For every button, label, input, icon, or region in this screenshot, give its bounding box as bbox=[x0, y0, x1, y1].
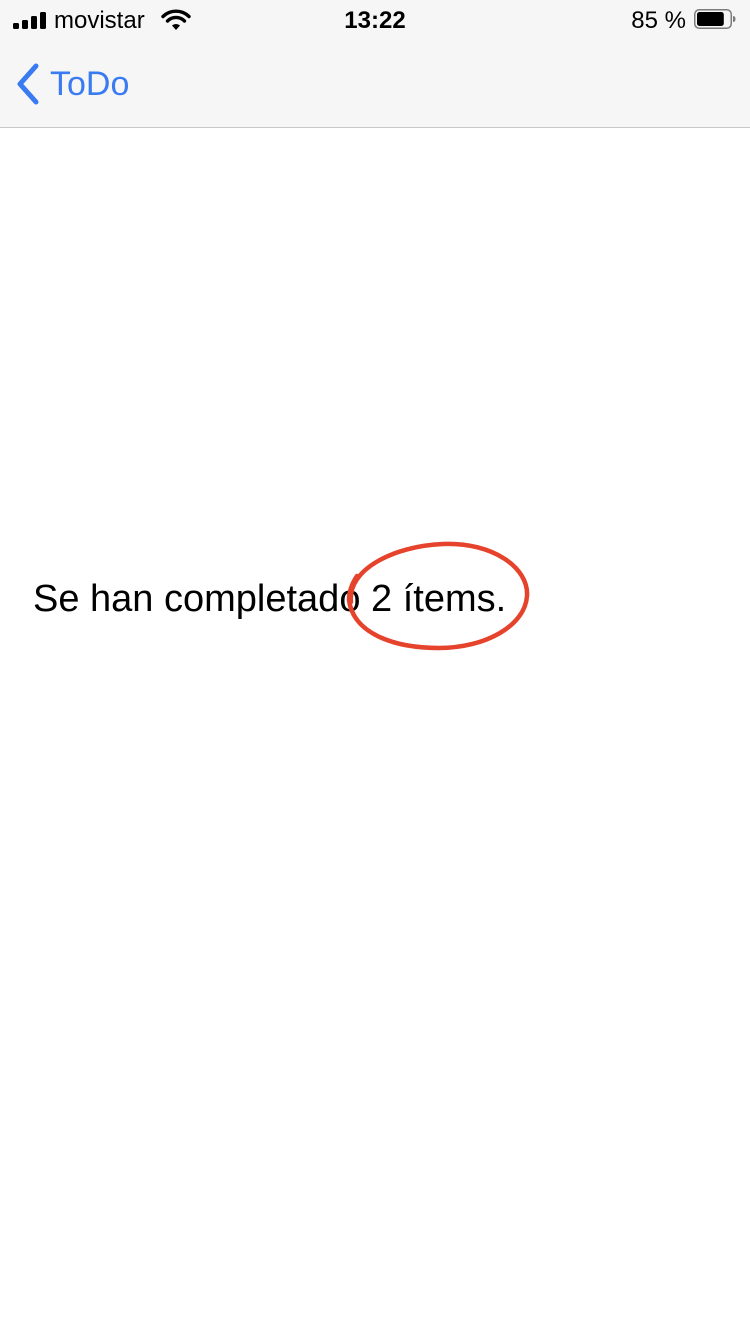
battery-icon bbox=[694, 9, 736, 29]
back-button[interactable]: ToDo bbox=[14, 60, 129, 108]
battery-percent: 85 % bbox=[631, 7, 686, 34]
navigation-bar: ToDo bbox=[0, 40, 750, 128]
status-bar: movistar 13:22 85 % bbox=[0, 0, 750, 40]
back-button-label: ToDo bbox=[50, 65, 130, 103]
annotation-circle bbox=[346, 541, 530, 651]
screen: movistar 13:22 85 % ToDo Se han completa… bbox=[0, 0, 750, 1334]
chevron-left-icon bbox=[17, 63, 39, 105]
